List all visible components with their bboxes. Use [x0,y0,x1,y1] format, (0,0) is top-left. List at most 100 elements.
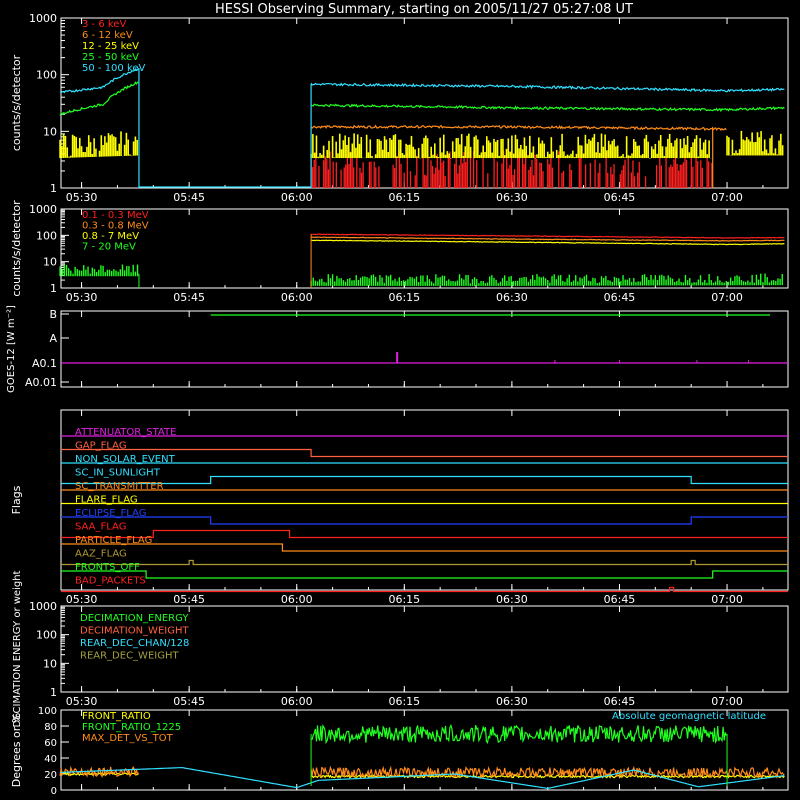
y-tick-label: 0 [51,786,57,797]
x-tick-label: 06:15 [388,291,420,304]
y-tick-label: 100 [36,229,57,242]
flag-label: BAD_PACKETS [75,576,146,587]
y-tick-label: 40 [44,754,57,765]
legend-entry: 0.3 - 0.8 MeV [82,221,149,232]
y-axis-label: counts/s/detector [10,54,23,151]
y-tick-label: 100 [38,706,57,717]
legend-entry: 0.8 - 7 MeV [82,231,139,242]
x-tick-label: 05:30 [66,191,98,204]
mev-panel-frame [60,208,789,289]
x-tick-label: 07:00 [711,593,743,606]
legend-entry: DECIMATION_WEIGHT [80,626,189,637]
legend-entry: 6 - 12 keV [82,30,133,41]
y-tick-label: 1000 [29,12,57,25]
flag-label: AAZ_FLAG [75,549,127,560]
x-tick-label: 05:45 [173,291,205,304]
series-line-front-ratio-1225 [310,723,727,745]
y-tick-label: 1 [50,182,57,195]
y-axis-label: Flags [10,485,23,514]
goes-panel-frame [60,310,789,388]
y-tick-label: 1000 [29,203,57,216]
goes-panel: GOES-12 [W m⁻²] A0.01 A0.1 AB [6,305,789,393]
x-tick-label: 05:45 [173,593,205,606]
series-line-front-ratio [59,771,139,777]
legend-entry: FRONT_RATIO [82,711,151,722]
series-line-50-100-kev [310,82,785,93]
ratios-panel: Degrees or % 0 20 40 60 80 100 FRONT_RATIOFRONT… [10,706,789,797]
flag-label: SC_IN_SUNLIGHT [75,468,161,479]
y-tick-label: 1 [50,686,57,699]
x-tick-label: 05:45 [173,191,205,204]
y-tick-label: B [49,308,57,321]
legend-entry: 12 - 25 keV [82,41,139,52]
annotation-geomagnetic-latitude: Absolute geomagnetic latitude [612,711,766,722]
y-tick-label: 1 [50,282,57,295]
x-tick-label: 05:30 [66,291,98,304]
y-tick-label: 100 [36,629,57,642]
y-tick-label: 20 [44,770,57,781]
flag-line-eclipse-flag [61,516,788,525]
x-tick-label: 05:30 [66,695,98,708]
flag-line-fronts-off [61,570,788,579]
series-line-25-50-kev [310,103,785,113]
x-tick-label: 06:00 [281,695,313,708]
x-tick-label: 06:15 [388,593,420,606]
panels: counts/s/detector1101001000 3 - 6 keV6 - … [6,12,789,797]
x-tick-label: 06:30 [496,291,528,304]
x-tick-label: 06:00 [281,593,313,606]
x-tick-label: 05:30 [66,593,98,606]
mev-panel: counts/s/detector 1 10 100 1000 0.1 - 0.3 MeV… [10,200,789,304]
flag-line-sc-in-sunlight [61,475,788,485]
y-tick-label: A [49,332,57,345]
legend-entry: 7 - 20 MeV [82,242,136,253]
y-tick-label: 10 [43,256,57,269]
legend-entry: 25 - 50 keV [82,52,139,63]
y-axis-label: DECIMATION ENERGY or weight [12,570,23,727]
plot-title: HESSI Observing Summary, starting on 200… [215,2,633,17]
y-axis-label: counts/s/detector [10,200,23,297]
x-tick-label: 06:45 [604,695,636,708]
legend-entry: 0.1 - 0.3 MeV [82,210,149,221]
legend-entry: FRONT_RATIO_1225 [82,722,181,733]
rates-panel: counts/s/detector 1 10 100 1000 3 - 6 keV6 - … [10,12,789,204]
legend-entry: 3 - 6 keV [82,19,126,30]
hessi-summary-plot: HESSI Observing Summary, starting on 200… [6,2,789,797]
x-tick-label: 06:00 [281,291,313,304]
y-tick-label: 10 [43,657,57,670]
x-tick-label: 07:00 [711,291,743,304]
legend-entry: 50 - 100 keV [82,63,146,74]
x-tick-label: 06:30 [496,593,528,606]
x-tick-label: 06:45 [604,191,636,204]
x-tick-label: 07:00 [711,191,743,204]
y-axis-label: GOES-12 [W m⁻²] [6,305,17,393]
y-axis-label: Degrees or % [10,713,23,787]
x-tick-label: 06:45 [604,593,636,606]
y-tick-label: A0.01 [25,376,57,389]
y-tick-label: 100 [36,69,57,82]
flags-panel: FlagsATTENUATOR_STATEGAP_FLAGNON_SOLAR_E… [10,409,789,606]
x-tick-label: 06:15 [388,191,420,204]
y-tick-label: 10 [43,125,57,138]
flag-line-aaz-flag [61,559,788,566]
x-tick-label: 05:45 [173,695,205,708]
flag-line-particle-flag [61,543,788,552]
y-tick-label: 1000 [29,600,57,613]
series-line-absolute-geomagnetic-latitude [60,766,785,789]
x-tick-label: 06:00 [281,191,313,204]
legend-entry: MAX_DET_VS_TOT [82,733,174,744]
x-tick-label: 06:45 [604,291,636,304]
x-tick-label: 06:15 [388,695,420,708]
y-tick-label: 60 [44,738,57,749]
series-line-6-12-kev [310,124,727,131]
legend-entry: DECIMATION_ENERGY [80,613,189,624]
legend-entry: REAR_DEC_WEIGHT [80,651,179,662]
flag-line-saa-flag [61,529,788,539]
legend-entry: REAR_DEC_CHAN/128 [80,638,189,649]
x-tick-label: 07:00 [711,695,743,708]
rates-panel-frame [60,17,789,189]
x-tick-label: 06:30 [496,191,528,204]
y-tick-label: A0.1 [32,357,57,370]
x-tick-label: 06:30 [496,695,528,708]
y-tick-label: 80 [44,722,57,733]
flag-label: SAA_FLAG [75,522,126,533]
